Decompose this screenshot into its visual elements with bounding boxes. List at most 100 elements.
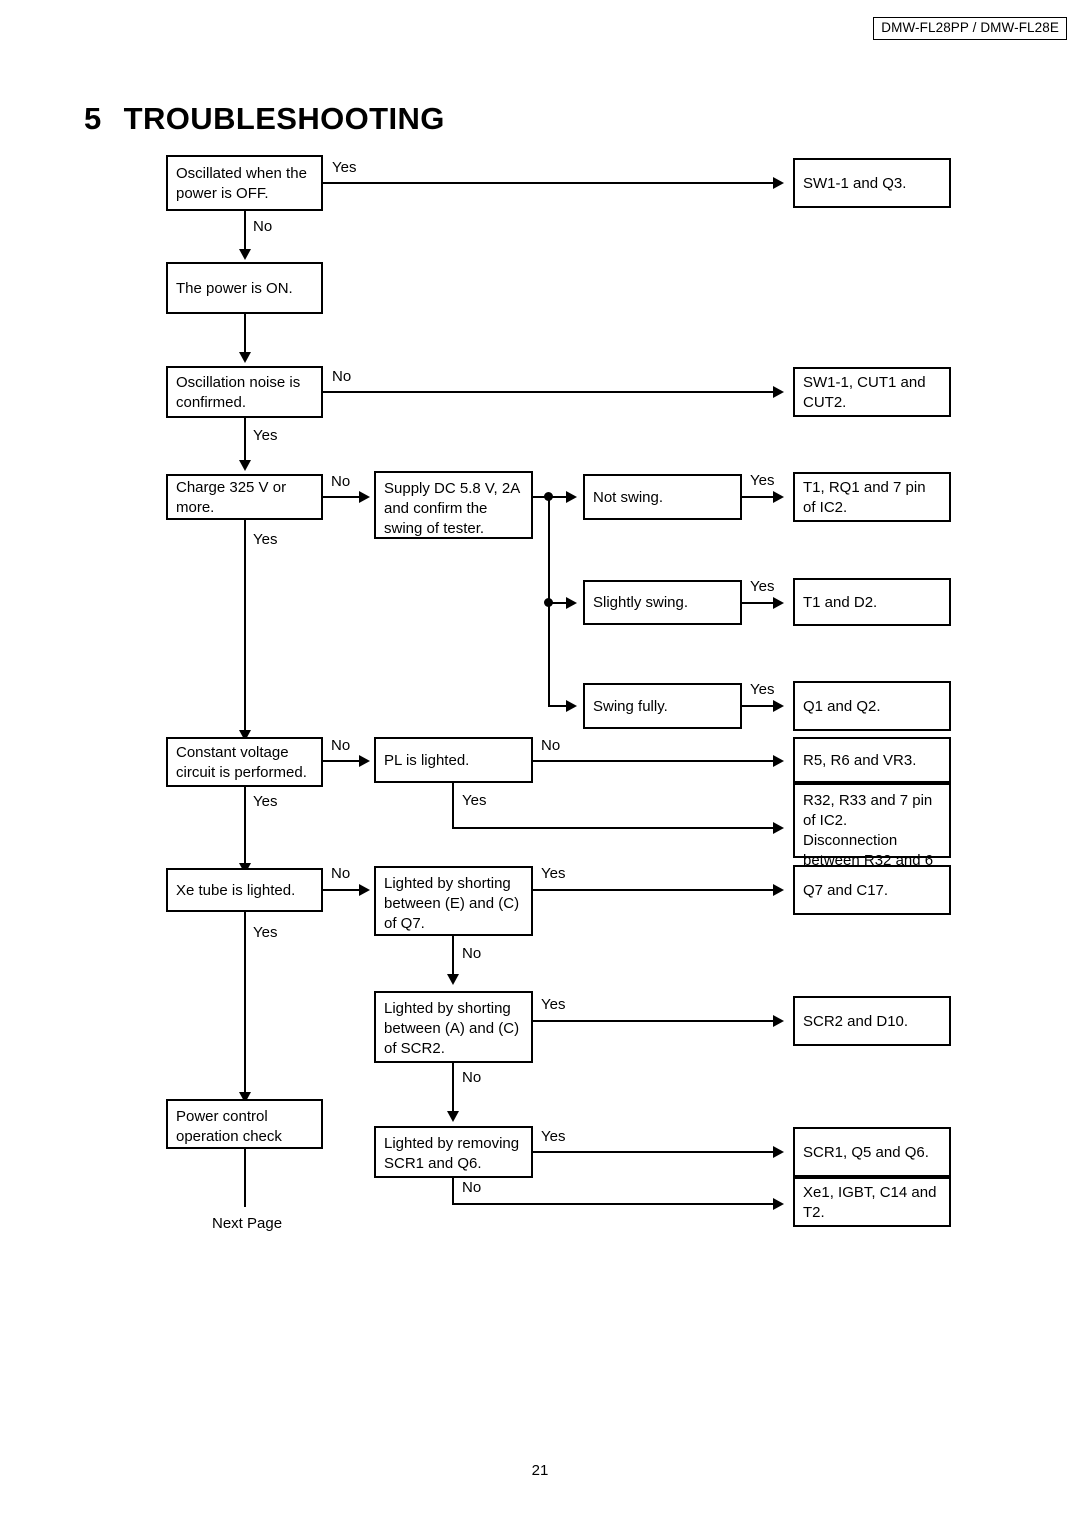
node-label: Lighted by removing SCR1 and Q6.	[384, 1135, 520, 1172]
edge-arrow	[773, 1015, 784, 1027]
edge-label-yes: Yes	[253, 793, 278, 810]
node-label: Lighted by shorting between (A) and (C) …	[384, 1000, 520, 1057]
edge-arrow	[447, 1111, 459, 1122]
result-xe1-igbt-c14-t2: Xe1, IGBT, C14 and T2.	[793, 1177, 951, 1227]
node-not-swing: Not swing.	[583, 474, 742, 520]
node-charge-325v: Charge 325 V or more.	[166, 474, 323, 520]
edge-junction-dot	[544, 492, 553, 501]
result-r32-r33-ic2: R32, R33 and 7 pin of IC2. Disconnection…	[793, 783, 951, 889]
node-label: R5, R6 and VR3.	[803, 751, 917, 769]
edge-label-no: No	[462, 945, 482, 962]
edge-arrow	[566, 700, 577, 712]
edge-arrow	[239, 249, 251, 260]
edge-label-no: No	[253, 218, 273, 235]
node-label: SCR1, Q5 and Q6.	[803, 1143, 929, 1161]
node-xe-tube-lighted: Xe tube is lighted.	[166, 868, 323, 912]
node-label: The power is ON.	[176, 279, 293, 297]
edge-line	[533, 760, 775, 762]
node-label: Swing fully.	[593, 697, 668, 715]
node-slightly-swing: Slightly swing.	[583, 580, 742, 625]
node-label: SW1-1 and Q3.	[803, 174, 907, 192]
edge-line	[742, 602, 775, 604]
node-oscillated-power-off: Oscillated when the power is OFF.	[166, 155, 323, 211]
edge-line	[323, 391, 775, 393]
edge-line	[244, 418, 246, 462]
edge-label-yes: Yes	[750, 472, 775, 489]
edge-label-yes: Yes	[253, 531, 278, 548]
edge-line	[548, 705, 568, 707]
edge-label-yes: Yes	[541, 1128, 566, 1145]
edge-label-yes: Yes	[750, 681, 775, 698]
edge-line	[742, 496, 775, 498]
node-label: Xe tube is lighted.	[176, 881, 296, 899]
edge-line	[244, 520, 246, 732]
edge-label-yes: Yes	[750, 578, 775, 595]
node-label: SW1-1, CUT1 and CUT2.	[803, 373, 926, 411]
node-label: Q7 and C17.	[803, 881, 889, 899]
node-shorting-q7: Lighted by shorting between (E) and (C) …	[374, 866, 533, 936]
edge-arrow	[359, 884, 370, 896]
edge-arrow	[773, 755, 784, 767]
edge-line	[533, 1020, 775, 1022]
edge-arrow	[773, 597, 784, 609]
edge-label-no: No	[541, 737, 561, 754]
edge-line	[452, 827, 775, 829]
result-q1-q2: Q1 and Q2.	[793, 681, 951, 731]
result-sw1-cut1-cut2: SW1-1, CUT1 and CUT2.	[793, 367, 951, 417]
edge-line	[323, 496, 361, 498]
result-t1-rq1-ic2: T1, RQ1 and 7 pin of IC2.	[793, 472, 951, 522]
edge-label-yes: Yes	[332, 159, 357, 176]
result-scr2-d10: SCR2 and D10.	[793, 996, 951, 1046]
result-q7-c17: Q7 and C17.	[793, 865, 951, 915]
node-label: Power control operation check	[176, 1108, 282, 1145]
node-supply-dc: Supply DC 5.8 V, 2A and confirm the swin…	[374, 471, 533, 539]
edge-arrow	[239, 352, 251, 363]
edge-line	[533, 889, 775, 891]
node-label: PL is lighted.	[384, 751, 470, 769]
edge-label-yes: Yes	[541, 996, 566, 1013]
result-t1-d2: T1 and D2.	[793, 578, 951, 626]
edge-line	[323, 760, 361, 762]
edge-line	[244, 912, 246, 1094]
edge-label-no: No	[331, 865, 351, 882]
edge-arrow	[359, 491, 370, 503]
node-label: Xe1, IGBT, C14 and T2.	[803, 1183, 937, 1221]
node-label: Lighted by shorting between (E) and (C) …	[384, 875, 520, 932]
edge-arrow	[773, 700, 784, 712]
edge-line	[452, 936, 454, 976]
node-label: T1, RQ1 and 7 pin of IC2.	[803, 478, 926, 516]
edge-label-yes: Yes	[253, 427, 278, 444]
node-power-control-check: Power control operation check	[166, 1099, 323, 1149]
edge-arrow	[773, 177, 784, 189]
edge-line	[244, 1149, 246, 1207]
edge-label-no: No	[462, 1179, 482, 1196]
node-oscillation-noise: Oscillation noise is confirmed.	[166, 366, 323, 418]
result-r5-r6-vr3: R5, R6 and VR3.	[793, 737, 951, 783]
edge-arrow	[447, 974, 459, 985]
node-label: Supply DC 5.8 V, 2A and confirm the swin…	[384, 480, 520, 537]
edge-line	[452, 1063, 454, 1113]
node-label: Oscillation noise is confirmed.	[176, 373, 301, 411]
edge-arrow	[566, 597, 577, 609]
result-scr1-q5-q6: SCR1, Q5 and Q6.	[793, 1127, 951, 1177]
node-power-is-on: The power is ON.	[166, 262, 323, 314]
edge-label-no: No	[332, 368, 352, 385]
edge-label-yes: Yes	[541, 865, 566, 882]
edge-arrow	[566, 491, 577, 503]
edge-arrow	[773, 884, 784, 896]
edge-line	[742, 705, 775, 707]
edge-junction-dot	[544, 598, 553, 607]
edge-line	[244, 211, 246, 251]
node-constant-voltage: Constant voltage circuit is performed.	[166, 737, 323, 787]
node-pl-is-lighted: PL is lighted.	[374, 737, 533, 783]
edge-line	[452, 1178, 454, 1205]
node-label: Slightly swing.	[593, 594, 689, 612]
edge-arrow	[773, 386, 784, 398]
node-label: Not swing.	[593, 488, 664, 506]
node-label: Q1 and Q2.	[803, 697, 881, 715]
node-label: SCR2 and D10.	[803, 1012, 909, 1030]
node-removing-scr1-q6: Lighted by removing SCR1 and Q6.	[374, 1126, 533, 1178]
edge-arrow	[773, 1146, 784, 1158]
node-label: T1 and D2.	[803, 593, 878, 611]
document-page: DMW-FL28PP / DMW-FL28E 5 TROUBLESHOOTING …	[0, 0, 1080, 1528]
